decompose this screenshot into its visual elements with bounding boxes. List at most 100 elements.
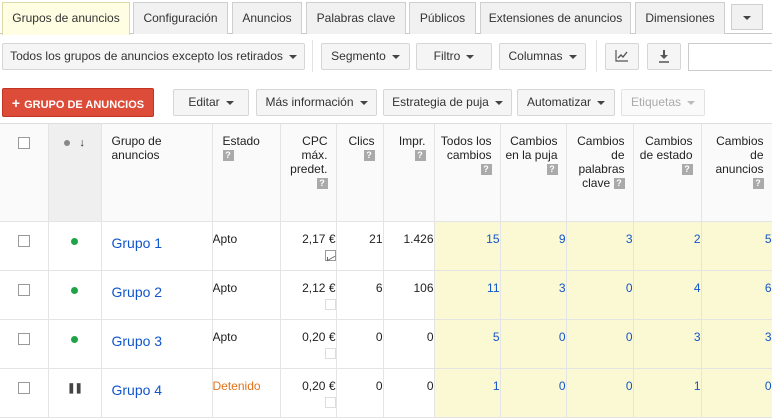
col-header-all-changes[interactable]: Todos los cambios? bbox=[434, 123, 501, 222]
col-header-cpc[interactable]: CPC máx. predet.? bbox=[280, 123, 337, 222]
status-changes-cell[interactable]: 3 bbox=[633, 319, 702, 369]
automate-dropdown[interactable]: Automatizar bbox=[517, 89, 615, 116]
help-icon[interactable]: ? bbox=[222, 150, 234, 162]
col-header-status-changes[interactable]: Cambios de estado? bbox=[633, 123, 702, 222]
row-status-cell bbox=[48, 319, 102, 369]
cpc-cell[interactable]: 0,20 € bbox=[280, 368, 337, 418]
col-header-impr[interactable]: Impr.? bbox=[383, 123, 435, 222]
pause-icon[interactable]: ❚❚ bbox=[67, 383, 83, 394]
status-sort-header[interactable]: ↓ bbox=[48, 123, 102, 222]
col-header-ad-changes[interactable]: Cambios de anuncios? bbox=[701, 123, 772, 222]
impr-cell: 106 bbox=[383, 270, 435, 320]
help-icon[interactable]: ? bbox=[480, 164, 492, 176]
labels-label: Etiquetas bbox=[630, 95, 682, 109]
filter-scope-dropdown[interactable]: Todos los grupos de anuncios excepto los… bbox=[2, 43, 305, 70]
help-icon[interactable]: ? bbox=[681, 164, 693, 176]
bid-strategy-dropdown[interactable]: Estrategia de puja bbox=[383, 89, 512, 116]
cpc-cell[interactable]: 0,20 € bbox=[280, 319, 337, 369]
col-header-keyword-changes[interactable]: Cambios de palabras clave ? bbox=[566, 123, 634, 222]
ad-changes-cell[interactable]: 3 bbox=[701, 319, 772, 369]
all-changes-cell[interactable]: 11 bbox=[434, 270, 501, 320]
clicks-cell: 21 bbox=[336, 221, 384, 271]
chevron-down-icon bbox=[466, 54, 475, 59]
tab-audiences[interactable]: Públicos bbox=[409, 2, 476, 34]
col-header-group[interactable]: Grupo de anuncios bbox=[101, 123, 213, 222]
ad-group-link[interactable]: Grupo 4 bbox=[102, 379, 212, 398]
row-checkbox[interactable] bbox=[17, 235, 30, 247]
clicks-cell: 0 bbox=[336, 319, 384, 369]
row-status-cell bbox=[48, 270, 102, 320]
tab-keywords[interactable]: Palabras clave bbox=[306, 2, 406, 34]
download-button[interactable] bbox=[647, 43, 681, 70]
help-icon[interactable]: ? bbox=[613, 178, 625, 190]
row-checkbox[interactable] bbox=[17, 382, 30, 394]
tab-ads[interactable]: Anuncios bbox=[232, 2, 302, 34]
edit-dropdown[interactable]: Editar bbox=[173, 89, 249, 116]
col-header-clicks[interactable]: Clics? bbox=[336, 123, 384, 222]
ad-group-link[interactable]: Grupo 2 bbox=[102, 281, 212, 300]
col-header-impr-label: Impr. bbox=[398, 134, 426, 148]
clicks-cell: 6 bbox=[336, 270, 384, 320]
all-changes-cell[interactable]: 5 bbox=[434, 319, 501, 369]
chart-toggle-button[interactable] bbox=[605, 43, 639, 70]
row-checkbox[interactable] bbox=[17, 333, 30, 345]
more-info-dropdown[interactable]: Más información bbox=[256, 89, 377, 116]
bid-changes-cell[interactable]: 9 bbox=[500, 221, 567, 271]
segment-dropdown[interactable]: Segmento bbox=[321, 43, 410, 70]
ad-changes-cell[interactable]: 0 bbox=[701, 368, 772, 418]
bid-changes-cell[interactable]: 0 bbox=[500, 368, 567, 418]
tab-bar: Grupos de anuncios Configuración Anuncio… bbox=[0, 0, 772, 35]
search-input[interactable] bbox=[688, 43, 772, 71]
col-header-cpc-label: CPC máx. predet. bbox=[290, 134, 328, 176]
keyword-changes-cell[interactable]: 0 bbox=[566, 319, 634, 369]
col-header-status[interactable]: Estado? bbox=[212, 123, 281, 222]
status-cell: Detenido bbox=[212, 368, 281, 418]
help-icon[interactable]: ? bbox=[414, 150, 426, 162]
table-row: Grupo 2 Apto 2,12 € 6 106 11 3 0 4 6 bbox=[0, 270, 772, 320]
bid-changes-cell[interactable]: 0 bbox=[500, 319, 567, 369]
help-icon[interactable]: ? bbox=[546, 164, 558, 176]
cpc-cell[interactable]: 2,12 € bbox=[280, 270, 337, 320]
tab-dimensions[interactable]: Dimensiones bbox=[635, 2, 725, 34]
bid-chart-icon bbox=[324, 348, 335, 359]
col-header-clicks-label: Clics bbox=[348, 134, 375, 148]
ad-groups-table: ↓ Grupo de anuncios Estado? CPC máx. pre… bbox=[0, 123, 772, 418]
cpc-value: 0,20 € bbox=[302, 379, 336, 393]
keyword-changes-cell[interactable]: 3 bbox=[566, 221, 634, 271]
keyword-changes-cell[interactable]: 0 bbox=[566, 270, 634, 320]
ad-changes-cell[interactable]: 6 bbox=[701, 270, 772, 320]
tab-ad-groups[interactable]: Grupos de anuncios bbox=[2, 2, 130, 35]
status-changes-cell[interactable]: 2 bbox=[633, 221, 702, 271]
help-icon[interactable]: ? bbox=[363, 150, 375, 162]
enabled-dot-icon[interactable] bbox=[71, 287, 78, 294]
impr-cell: 0 bbox=[383, 368, 435, 418]
help-icon[interactable]: ? bbox=[316, 178, 328, 190]
ad-group-link[interactable]: Grupo 1 bbox=[102, 232, 212, 251]
cpc-value: 2,12 € bbox=[302, 281, 336, 295]
bid-changes-cell[interactable]: 3 bbox=[500, 270, 567, 320]
columns-dropdown[interactable]: Columnas bbox=[499, 43, 586, 70]
enabled-dot-icon[interactable] bbox=[71, 336, 78, 343]
help-icon[interactable]: ? bbox=[752, 178, 764, 190]
add-ad-group-button[interactable]: + GRUPO DE ANUNCIOS bbox=[2, 88, 154, 117]
group-name-cell: Grupo 2 bbox=[101, 270, 213, 320]
cpc-cell[interactable]: 2,17 € bbox=[280, 221, 337, 271]
status-changes-cell[interactable]: 4 bbox=[633, 270, 702, 320]
filter-dropdown[interactable]: Filtro bbox=[416, 43, 492, 70]
ad-changes-cell[interactable]: 5 bbox=[701, 221, 772, 271]
all-changes-cell[interactable]: 1 bbox=[434, 368, 501, 418]
col-header-bid-changes[interactable]: Cambios en la puja ? bbox=[500, 123, 567, 222]
ad-group-link[interactable]: Grupo 3 bbox=[102, 330, 212, 349]
more-tabs-button[interactable] bbox=[731, 4, 763, 30]
tab-settings[interactable]: Configuración bbox=[133, 2, 228, 34]
all-changes-cell[interactable]: 15 bbox=[434, 221, 501, 271]
tab-ad-extensions[interactable]: Extensiones de anuncios bbox=[480, 2, 631, 34]
row-checkbox[interactable] bbox=[17, 284, 30, 296]
status-changes-cell[interactable]: 1 bbox=[633, 368, 702, 418]
plus-icon: + bbox=[11, 95, 21, 111]
enabled-dot-icon[interactable] bbox=[71, 238, 78, 245]
keyword-changes-cell[interactable]: 0 bbox=[566, 368, 634, 418]
select-all-checkbox[interactable] bbox=[17, 137, 30, 149]
bid-chart-icon[interactable] bbox=[324, 250, 335, 261]
col-header-status-label: Estado bbox=[222, 134, 260, 148]
